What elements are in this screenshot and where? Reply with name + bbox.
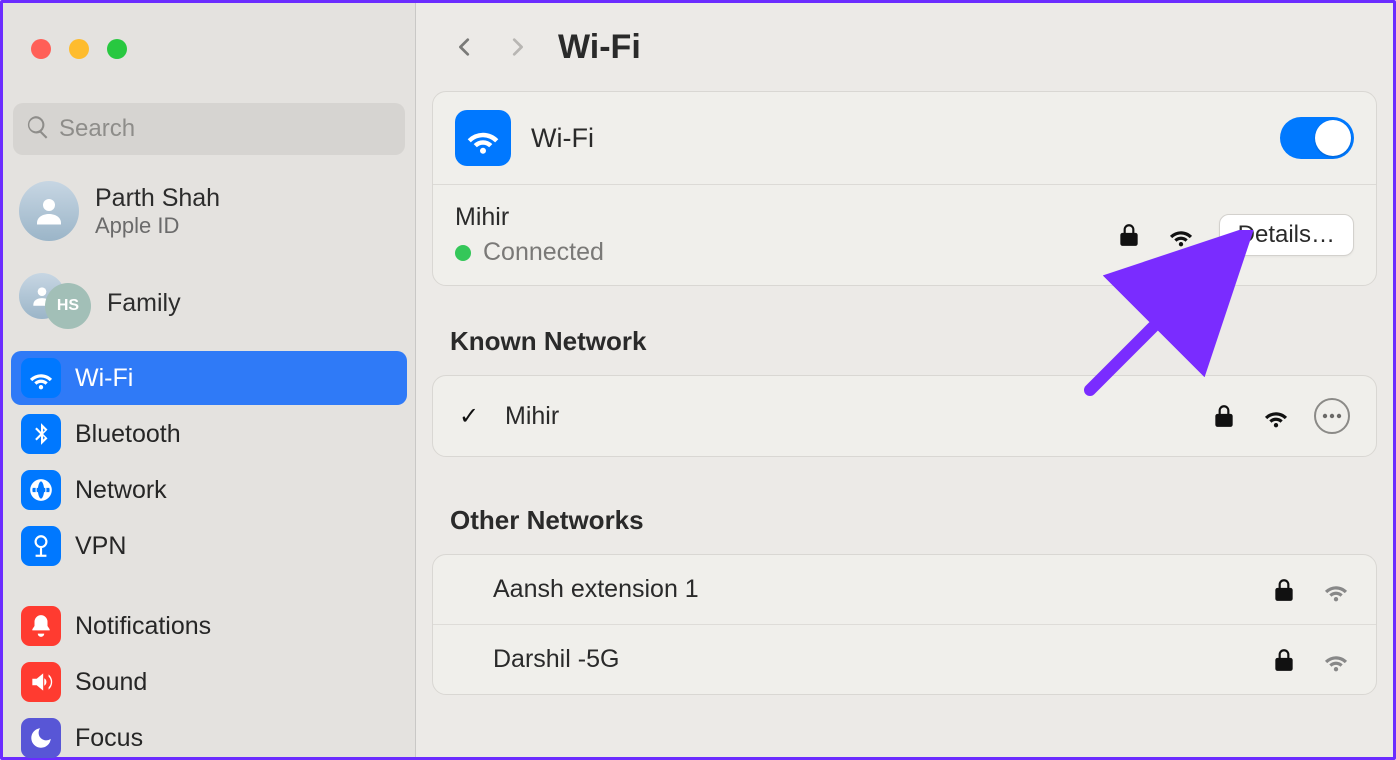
- checkmark-icon: ✓: [459, 402, 487, 431]
- account-name: Parth Shah: [95, 184, 220, 213]
- forward-button[interactable]: [506, 36, 528, 58]
- more-options-button[interactable]: [1314, 398, 1350, 434]
- sidebar-item-label: VPN: [75, 532, 126, 561]
- connection-status: Connected: [483, 238, 604, 267]
- sidebar-account[interactable]: Parth Shah Apple ID: [19, 181, 399, 241]
- details-button[interactable]: Details…: [1219, 214, 1354, 256]
- avatar: [19, 181, 79, 241]
- family-avatar-2: HS: [45, 283, 91, 329]
- other-network-row[interactable]: Darshil -5G: [433, 624, 1376, 694]
- close-window-button[interactable]: [31, 39, 51, 59]
- sidebar-item-network[interactable]: Network: [11, 463, 407, 517]
- wifi-signal-icon: [1262, 402, 1290, 430]
- wifi-toggle[interactable]: [1280, 117, 1354, 159]
- sidebar-item-focus[interactable]: Focus: [11, 711, 407, 760]
- known-networks-card: ✓ Mihir: [432, 375, 1377, 457]
- account-sub: Apple ID: [95, 213, 220, 239]
- sidebar-item-notifications[interactable]: Notifications: [11, 599, 407, 653]
- known-network-ssid: Mihir: [505, 402, 559, 431]
- sound-icon: [21, 662, 61, 702]
- sidebar-item-label: Notifications: [75, 612, 211, 641]
- lock-icon: [1270, 646, 1298, 674]
- sidebar-item-label: Wi-Fi: [75, 364, 133, 393]
- minimize-window-button[interactable]: [69, 39, 89, 59]
- moon-icon: [21, 718, 61, 758]
- sidebar-family[interactable]: HS Family: [19, 273, 399, 333]
- wifi-signal-icon: [1322, 576, 1350, 604]
- known-network-row[interactable]: ✓ Mihir: [433, 376, 1376, 456]
- window-controls: [31, 39, 127, 59]
- sidebar-nav: Wi-Fi Bluetooth Network VPN: [11, 351, 407, 760]
- sidebar-item-label: Network: [75, 476, 167, 505]
- search-field[interactable]: [13, 103, 405, 155]
- back-button[interactable]: [454, 36, 476, 58]
- sidebar: Parth Shah Apple ID HS Family Wi-Fi: [3, 3, 416, 757]
- search-icon: [25, 114, 51, 145]
- sidebar-item-label: Bluetooth: [75, 420, 181, 449]
- sidebar-item-label: Sound: [75, 668, 147, 697]
- sidebar-item-bluetooth[interactable]: Bluetooth: [11, 407, 407, 461]
- lock-icon: [1270, 576, 1298, 604]
- other-network-row[interactable]: Aansh extension 1: [433, 555, 1376, 624]
- bluetooth-icon: [21, 414, 61, 454]
- connected-ssid: Mihir: [455, 203, 604, 232]
- status-dot-icon: [455, 245, 471, 261]
- known-networks-title: Known Network: [450, 326, 1377, 357]
- other-network-ssid: Aansh extension 1: [493, 575, 699, 604]
- vpn-icon: [21, 526, 61, 566]
- other-networks-title: Other Networks: [450, 505, 1377, 536]
- page-title: Wi-Fi: [558, 28, 641, 67]
- wifi-status-card: Wi-Fi Mihir Connected: [432, 91, 1377, 286]
- family-label: Family: [107, 289, 181, 318]
- sidebar-item-label: Focus: [75, 724, 143, 753]
- content-header: Wi-Fi: [416, 3, 1393, 91]
- sidebar-item-sound[interactable]: Sound: [11, 655, 407, 709]
- sidebar-item-vpn[interactable]: VPN: [11, 519, 407, 573]
- lock-icon: [1210, 402, 1238, 430]
- wifi-signal-icon: [1322, 646, 1350, 674]
- other-network-ssid: Darshil -5G: [493, 645, 619, 674]
- wifi-icon: [21, 358, 61, 398]
- wifi-icon: [455, 110, 511, 166]
- globe-icon: [21, 470, 61, 510]
- search-input[interactable]: [59, 115, 393, 143]
- sidebar-item-wifi[interactable]: Wi-Fi: [11, 351, 407, 405]
- other-networks-card: Aansh extension 1 Darshil -5G: [432, 554, 1377, 695]
- content-pane: Wi-Fi Wi-Fi Mihir Connected: [416, 3, 1393, 757]
- wifi-signal-icon: [1167, 221, 1195, 249]
- wifi-label: Wi-Fi: [531, 123, 594, 154]
- fullscreen-window-button[interactable]: [107, 39, 127, 59]
- lock-icon: [1115, 221, 1143, 249]
- bell-icon: [21, 606, 61, 646]
